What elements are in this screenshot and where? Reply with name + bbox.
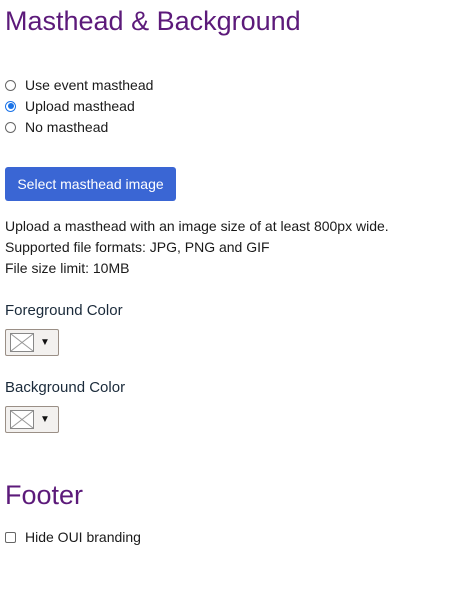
background-color-picker[interactable]: ▼ xyxy=(5,406,59,433)
radio-label: Upload masthead xyxy=(25,98,135,114)
radio-label: Use event masthead xyxy=(25,77,154,93)
hide-branding-checkbox[interactable] xyxy=(5,531,16,543)
no-color-swatch-icon xyxy=(10,333,34,352)
radio-use-event-masthead[interactable]: Use event masthead xyxy=(5,76,153,94)
no-color-swatch-icon xyxy=(10,410,34,429)
radio-no-masthead[interactable]: No masthead xyxy=(5,118,108,136)
foreground-color-picker[interactable]: ▼ xyxy=(5,329,59,356)
footer-heading: Footer xyxy=(5,480,84,510)
masthead-filesize-info: File size limit: 10MB xyxy=(5,260,130,276)
select-masthead-image-button[interactable]: Select masthead image xyxy=(5,167,176,201)
radio-button[interactable] xyxy=(5,121,16,133)
hide-oui-branding-option[interactable]: Hide OUI branding xyxy=(5,528,141,546)
masthead-size-info: Upload a masthead with an image size of … xyxy=(5,218,389,234)
radio-upload-masthead[interactable]: Upload masthead xyxy=(5,97,135,115)
radio-button-selected[interactable] xyxy=(5,100,16,112)
foreground-color-label: Foreground Color xyxy=(5,302,123,319)
chevron-down-icon: ▼ xyxy=(40,336,50,348)
masthead-format-info: Supported file formats: JPG, PNG and GIF xyxy=(5,239,270,255)
checkbox-label: Hide OUI branding xyxy=(25,529,141,545)
chevron-down-icon: ▼ xyxy=(40,413,50,425)
background-color-label: Background Color xyxy=(5,379,126,396)
radio-label: No masthead xyxy=(25,119,109,135)
masthead-heading: Masthead & Background xyxy=(5,6,301,36)
radio-button[interactable] xyxy=(5,79,16,91)
